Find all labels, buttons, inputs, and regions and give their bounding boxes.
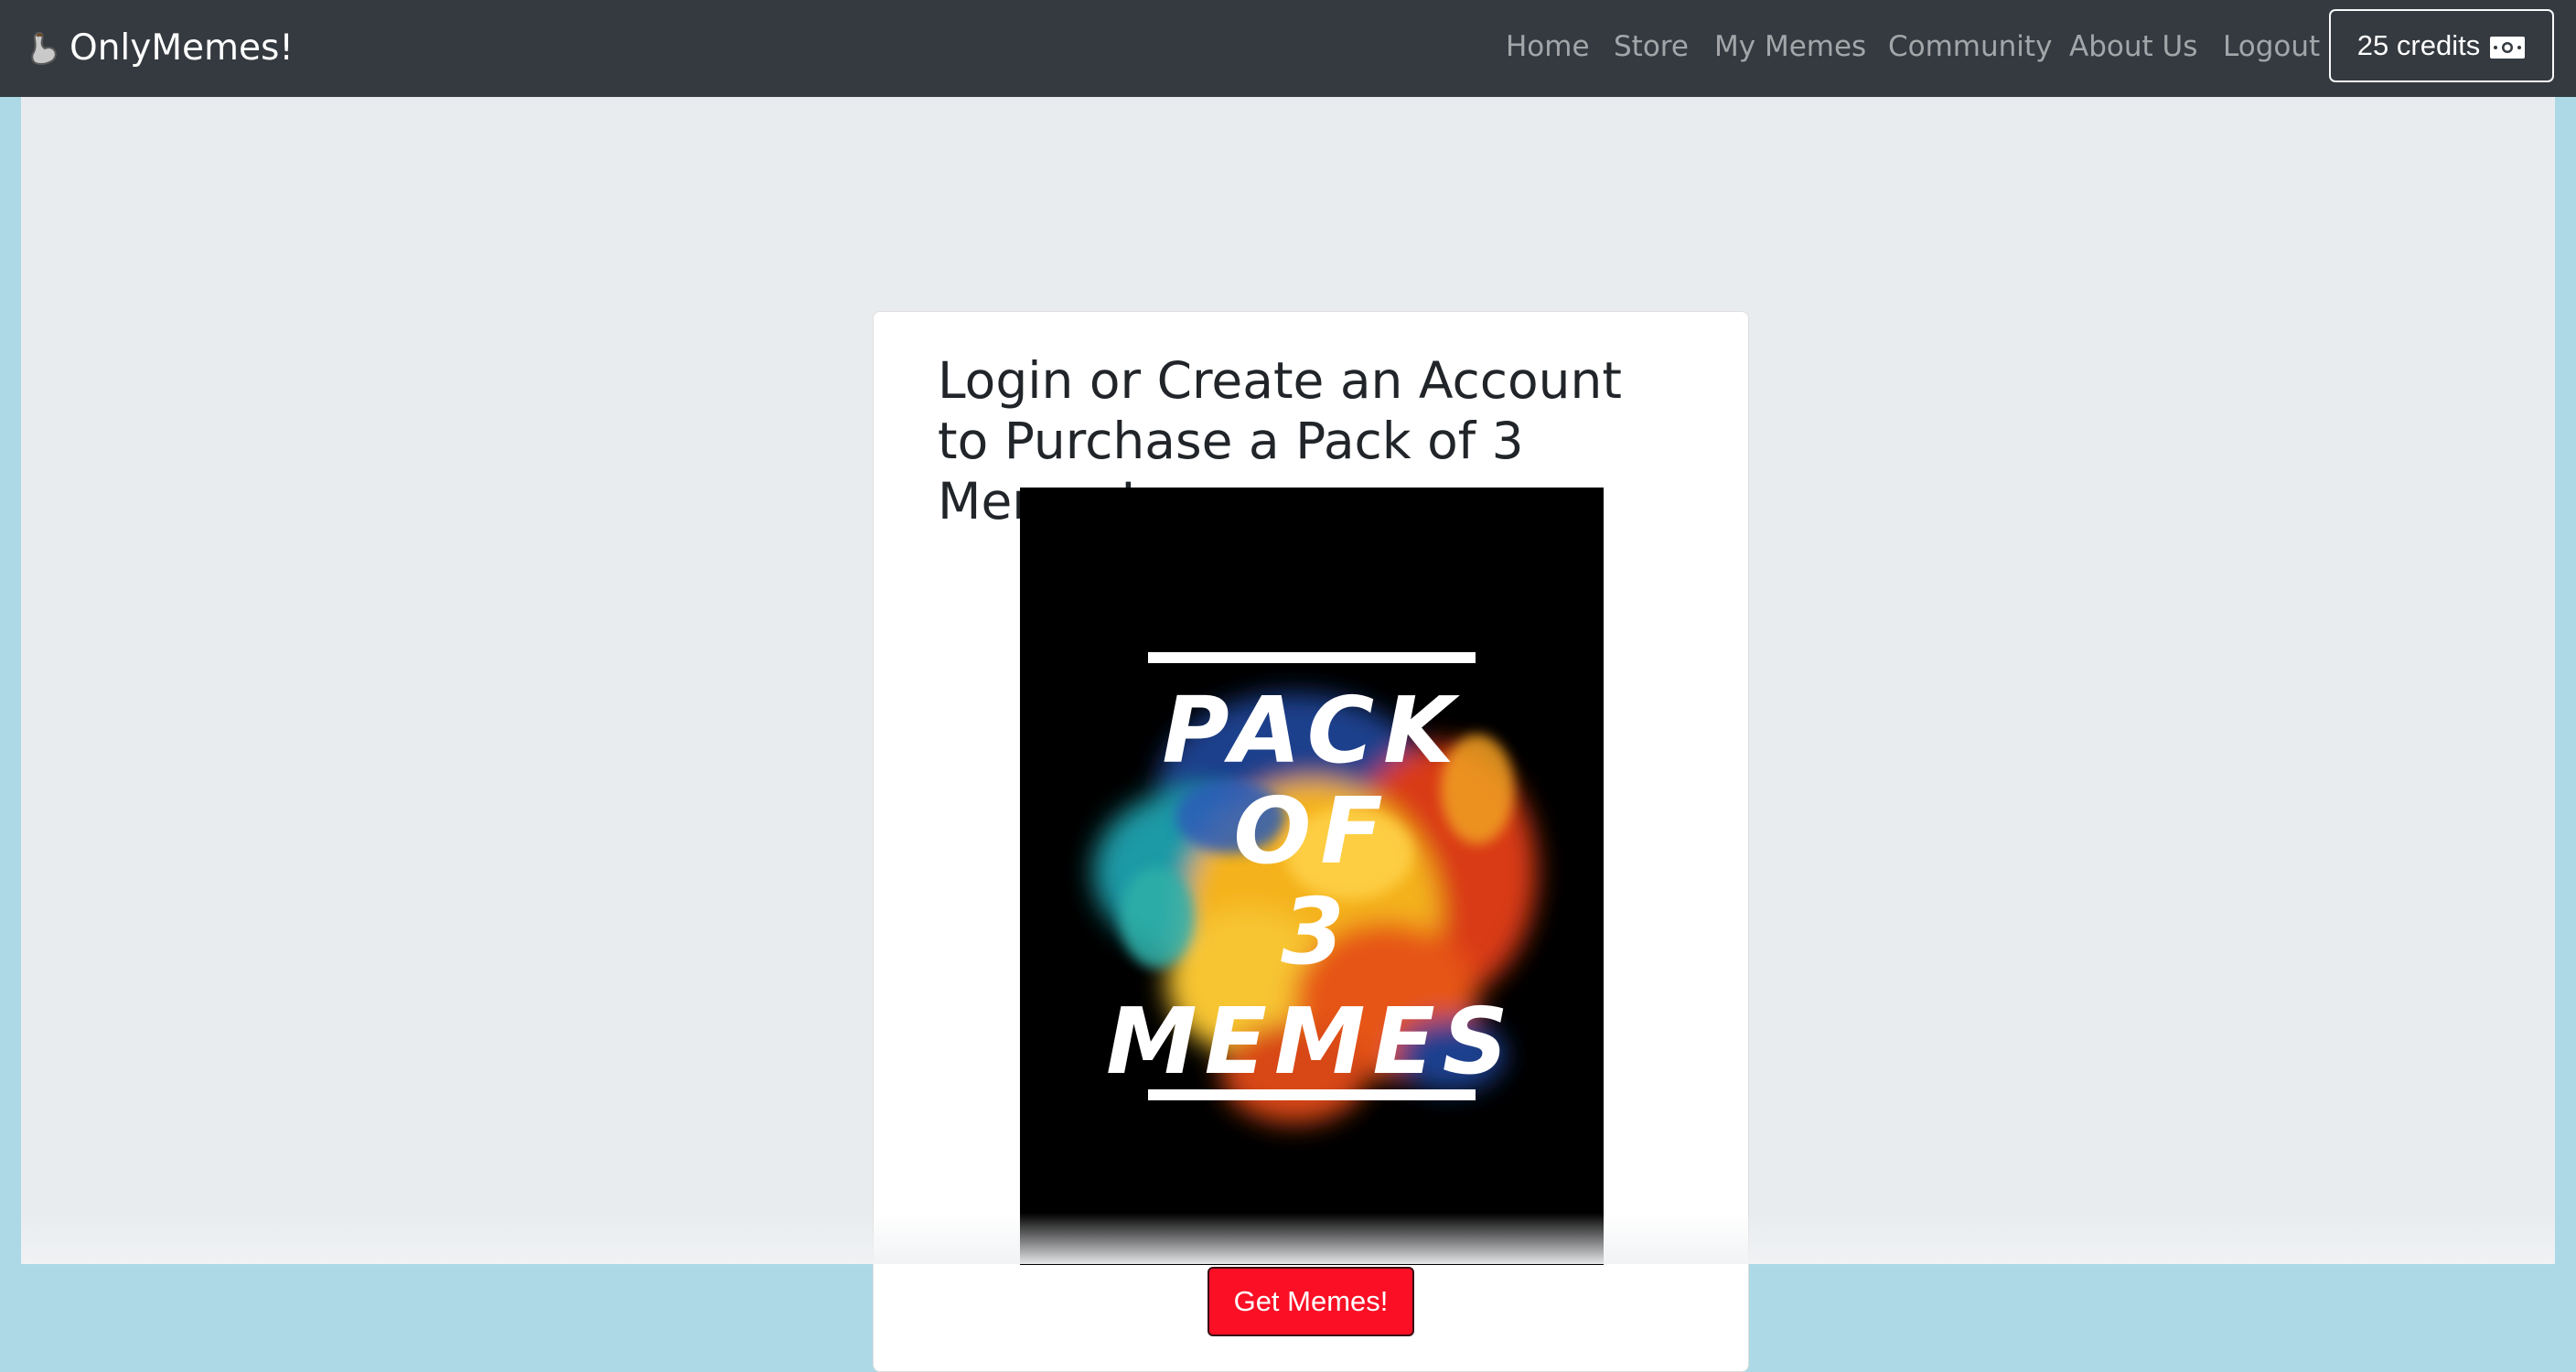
meme-pack-image: PACK OF 3 MEMES — [1020, 488, 1604, 1265]
flexed-arm-icon — [26, 27, 62, 68]
nav-my-memes-link[interactable]: My Memes — [1714, 22, 1866, 71]
poster-line-3: 3 — [1281, 878, 1345, 985]
poster-line-4: MEMES — [1106, 988, 1516, 1095]
brand-link[interactable]: OnlyMemes! — [26, 20, 294, 75]
brand-name: OnlyMemes! — [70, 27, 294, 69]
credits-label: 25 credits — [2356, 29, 2481, 61]
nav-store-link[interactable]: Store — [1614, 22, 1689, 71]
nav-about-us-link[interactable]: About Us — [2069, 22, 2197, 71]
poster-line-1: PACK — [1162, 677, 1463, 784]
nav-logout-link[interactable]: Logout — [2223, 22, 2320, 71]
credits-button[interactable]: 25 credits — [2329, 9, 2554, 82]
top-navbar: OnlyMemes! Home Store My Memes Community… — [0, 0, 2576, 97]
poster-line-2: OF — [1233, 777, 1391, 884]
nav-home-link[interactable]: Home — [1506, 22, 1590, 71]
main-content: Login or Create an Account to Purchase a… — [21, 97, 2555, 1372]
bottom-fade — [21, 1213, 2555, 1264]
cash-icon — [2489, 34, 2526, 59]
nav-community-link[interactable]: Community — [1888, 22, 2052, 71]
get-memes-button[interactable]: Get Memes! — [1208, 1267, 1414, 1336]
